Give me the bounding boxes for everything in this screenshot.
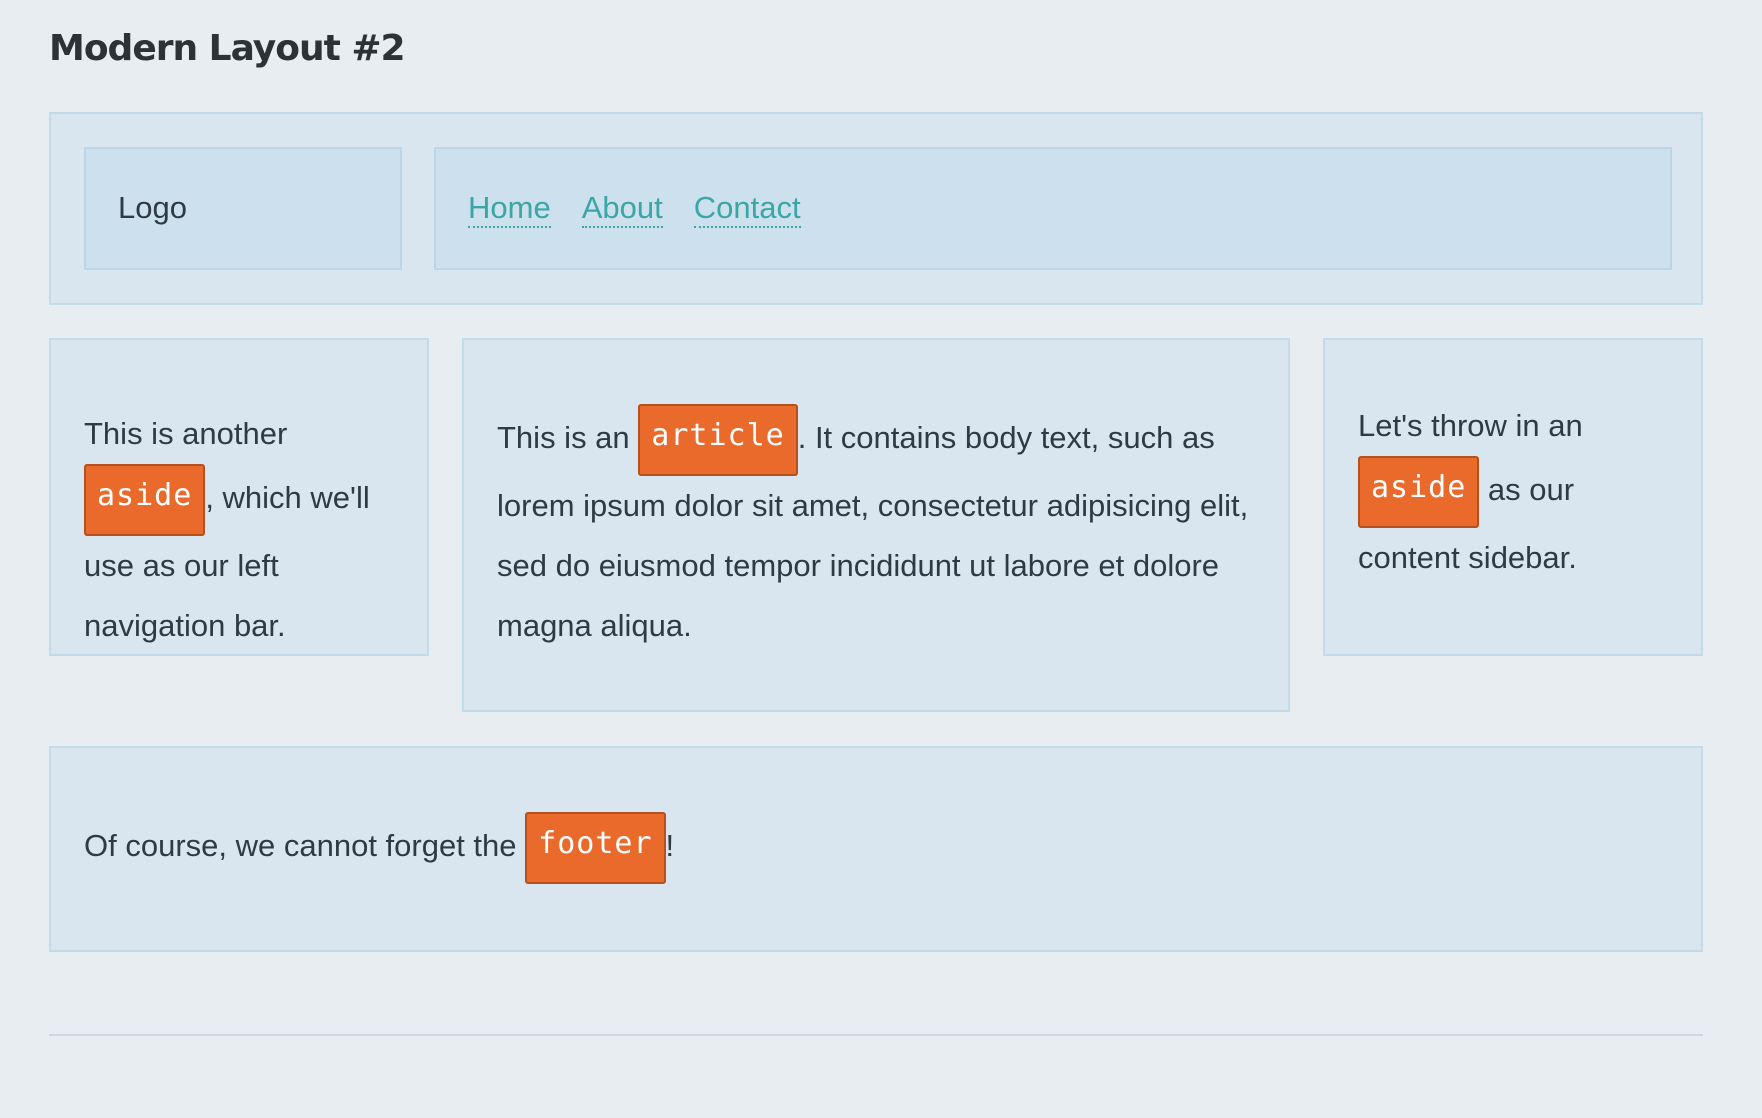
footer-text: Of course, we cannot forget the footer! xyxy=(84,812,1664,884)
footer-text-before: Of course, we cannot forget the xyxy=(84,828,526,864)
logo-box: Logo xyxy=(84,147,402,270)
right-aside-text-before: Let's throw in an xyxy=(1358,408,1583,443)
nav-link-home[interactable]: Home xyxy=(468,190,551,228)
logo[interactable]: Logo xyxy=(118,190,187,226)
article: This is an article. It contains body tex… xyxy=(462,338,1290,712)
left-aside-text: This is another aside, which we'll use a… xyxy=(84,404,404,656)
left-aside-text-before: This is another xyxy=(84,416,288,451)
aside-tag: aside xyxy=(84,464,206,536)
article-text: This is an article. It contains body tex… xyxy=(497,404,1267,656)
footer-tag: footer xyxy=(525,812,666,884)
site-header: Logo Home About Contact xyxy=(49,112,1703,305)
right-aside-text: Let's throw in an aside as our content s… xyxy=(1358,396,1678,588)
right-aside: Let's throw in an aside as our content s… xyxy=(1323,338,1703,656)
left-aside: This is another aside, which we'll use a… xyxy=(49,338,429,656)
article-text-before: This is an xyxy=(497,420,639,456)
article-tag: article xyxy=(638,404,798,476)
aside-tag: aside xyxy=(1358,456,1480,528)
divider xyxy=(49,1034,1703,1036)
main-nav: Home About Contact xyxy=(434,147,1672,270)
nav-links: Home About Contact xyxy=(468,190,801,228)
site-footer: Of course, we cannot forget the footer! xyxy=(49,746,1703,952)
nav-link-about[interactable]: About xyxy=(581,190,663,228)
footer-text-after: ! xyxy=(665,828,675,864)
nav-link-contact[interactable]: Contact xyxy=(693,190,801,228)
page-title: Modern Layout #2 xyxy=(49,28,406,69)
